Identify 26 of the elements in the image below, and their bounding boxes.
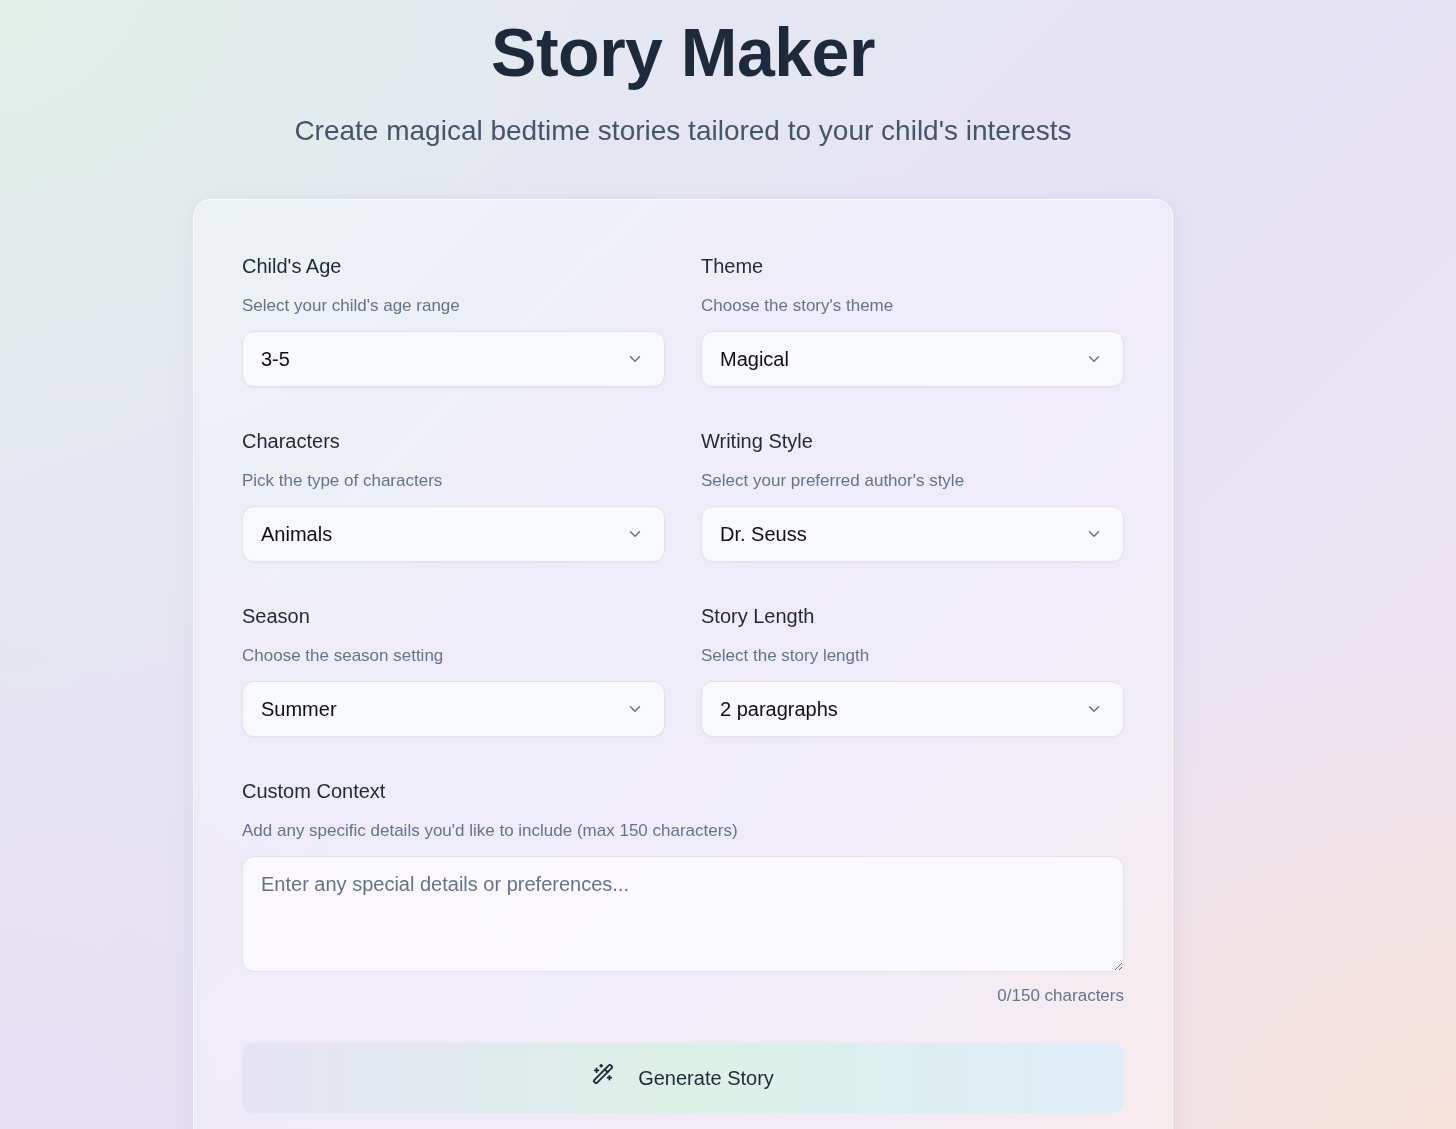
field-help-text: Select the story length xyxy=(701,645,871,667)
field-label: Custom Context xyxy=(242,779,387,803)
page-subtitle: Create magical bedtime stories tailored to your child's interests xyxy=(294,114,1072,148)
field-help-text: Choose the season setting xyxy=(242,645,445,667)
field-label: Child's Age xyxy=(242,254,343,278)
dropdown-select[interactable]: Animals xyxy=(242,506,665,562)
context-textarea[interactable]: Enter any special details or preferences... xyxy=(242,856,1124,972)
page-title: Story Maker xyxy=(491,13,875,92)
field-label: Season xyxy=(242,604,311,628)
generate-story-button[interactable]: Generate Story xyxy=(242,1043,1124,1113)
field-help-text: Add any specific details you'd like to include (max 150 characters) xyxy=(242,820,739,842)
magic-wand-icon xyxy=(592,1063,615,1085)
dropdown-select[interactable]: Dr. Seuss xyxy=(701,506,1124,562)
character-counter: 0/150 characters xyxy=(997,985,1124,1007)
field-help-text: Choose the story's theme xyxy=(701,295,895,317)
field-help-text: Pick the type of characters xyxy=(242,470,444,492)
dropdown-select[interactable]: 3-5 xyxy=(242,331,665,387)
field-help-text: Select your child's age range xyxy=(242,295,461,317)
field-label: Writing Style xyxy=(701,429,814,453)
dropdown-select[interactable]: Magical xyxy=(701,331,1124,387)
field-label: Characters xyxy=(242,429,341,453)
dropdown-select[interactable]: 2 paragraphs xyxy=(701,681,1124,737)
field-help-text: Select your preferred author's style xyxy=(701,470,966,492)
dropdown-select[interactable]: Summer xyxy=(242,681,665,737)
field-label: Theme xyxy=(701,254,765,278)
field-label: Story Length xyxy=(701,604,816,628)
